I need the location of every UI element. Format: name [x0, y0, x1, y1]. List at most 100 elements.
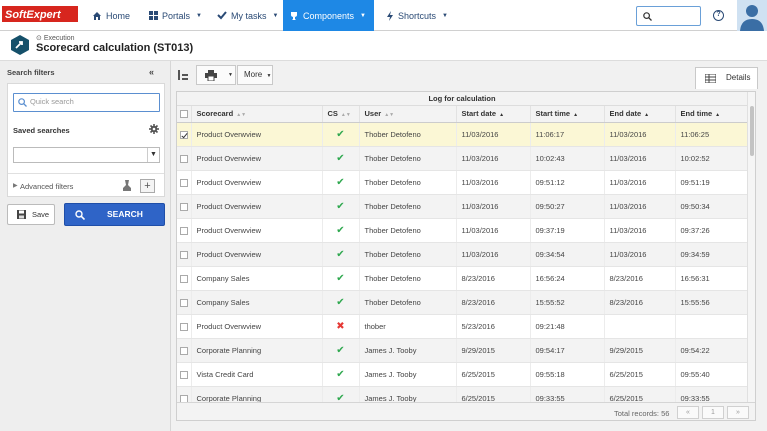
nav-home[interactable]: Home: [86, 0, 136, 31]
cell-end-time: 09:34:59: [675, 242, 748, 267]
pager-page-number[interactable]: 1: [702, 406, 724, 419]
tab-details[interactable]: Details: [695, 67, 758, 89]
table-row[interactable]: Company Sales ✔ Thober Detofeno 8/23/2016 15…: [177, 290, 748, 315]
clear-filter-icon[interactable]: [122, 180, 132, 192]
row-checkbox[interactable]: [180, 202, 188, 211]
row-select-cell[interactable]: [177, 314, 192, 339]
results-table: Scorecard ▲▼ CS ▲▼ User ▲▼ Start date ▲ Star…: [177, 106, 748, 411]
more-button[interactable]: More ▼: [237, 65, 273, 85]
gear-icon[interactable]: [149, 124, 159, 134]
add-filter-button[interactable]: +: [140, 179, 155, 193]
row-checkbox[interactable]: [180, 154, 188, 163]
cell-end-date: 8/23/2016: [604, 266, 676, 291]
cell-start-time: 09:55:18: [530, 362, 605, 387]
search-icon: [18, 98, 27, 107]
user-avatar-icon: [737, 0, 767, 31]
row-checkbox[interactable]: [180, 298, 188, 307]
cell-start-time: 09:54:17: [530, 338, 605, 363]
help-icon[interactable]: ?: [713, 10, 724, 21]
status-ok-icon: ✔: [322, 194, 360, 219]
row-checkbox[interactable]: [180, 274, 188, 283]
column-header-start-date[interactable]: Start date ▲: [456, 106, 531, 123]
table-row[interactable]: Product Overwview ✔ Thober Detofeno 11/03/2…: [177, 218, 748, 243]
page-subtitle: ⊙ Execution: [36, 34, 75, 42]
cell-user: Thober Detofeno: [359, 122, 457, 147]
table-row[interactable]: Product Overwview ✔ Thober Detofeno 11/03/2…: [177, 146, 748, 171]
row-select-cell[interactable]: [177, 146, 192, 171]
row-select-cell[interactable]: [177, 242, 192, 267]
cell-scorecard: Product Overwview: [191, 314, 323, 339]
nav-components[interactable]: Components ▼: [283, 0, 374, 31]
table-row[interactable]: Company Sales ✔ Thober Detofeno 8/23/2016 16…: [177, 266, 748, 291]
nav-my-tasks[interactable]: My tasks ▼: [211, 0, 284, 31]
row-checkbox[interactable]: [180, 226, 188, 235]
row-select-cell[interactable]: [177, 194, 192, 219]
global-search-input[interactable]: [636, 6, 701, 26]
row-checkbox[interactable]: [180, 130, 188, 139]
column-header-end-date[interactable]: End date ▲: [604, 106, 676, 123]
avatar[interactable]: [737, 0, 767, 31]
column-header-scorecard[interactable]: Scorecard ▲▼: [191, 106, 323, 123]
pager-prev-button[interactable]: «: [677, 406, 699, 419]
select-all-cell[interactable]: [177, 106, 192, 123]
cell-end-date: 11/03/2016: [604, 170, 676, 195]
row-select-cell[interactable]: [177, 362, 192, 387]
cell-start-time: 09:50:27: [530, 194, 605, 219]
row-select-cell[interactable]: [177, 290, 192, 315]
table-row[interactable]: Corporate Planning ✔ James J. Tooby 9/29/20…: [177, 338, 748, 363]
row-checkbox[interactable]: [180, 370, 188, 379]
nav-shortcuts[interactable]: Shortcuts ▼: [380, 0, 454, 31]
nav-home-label: Home: [106, 10, 131, 21]
tab-details-label: Details: [726, 73, 751, 82]
save-button[interactable]: Save: [7, 204, 55, 225]
row-select-cell[interactable]: [177, 170, 192, 195]
row-checkbox[interactable]: [180, 346, 188, 355]
column-header-cs[interactable]: CS ▲▼: [322, 106, 360, 123]
collapse-panel-icon[interactable]: «: [149, 67, 154, 77]
column-header-label: End time: [680, 109, 713, 119]
table-row[interactable]: Product Overwview ✔ Thober Detofeno 11/03/2…: [177, 242, 748, 267]
settings-toolbar-button[interactable]: [175, 65, 191, 85]
vertical-scrollbar[interactable]: [747, 92, 755, 402]
cell-end-time: 10:02:52: [675, 146, 748, 171]
cell-end-date: 11/03/2016: [604, 242, 676, 267]
pager-next-button[interactable]: »: [727, 406, 749, 419]
column-header-start-time[interactable]: Start time ▲: [530, 106, 605, 123]
chevron-down-icon: ▼: [196, 12, 202, 19]
table-row[interactable]: Product Overwview ✔ Thober Detofeno 11/03/2…: [177, 194, 748, 219]
search-button[interactable]: SEARCH: [64, 203, 165, 226]
scorecard-icon: [11, 35, 29, 55]
cell-user: Thober Detofeno: [359, 266, 457, 291]
cell-end-date: 11/03/2016: [604, 194, 676, 219]
cell-user: Thober Detofeno: [359, 290, 457, 315]
row-select-cell[interactable]: [177, 122, 192, 147]
nav-portals[interactable]: Portals ▼: [143, 0, 208, 31]
table-row[interactable]: Product Overwview ✔ Thober Detofeno 11/03/2…: [177, 122, 748, 147]
column-header-end-time[interactable]: End time ▲: [675, 106, 748, 123]
row-checkbox[interactable]: [180, 178, 188, 187]
row-select-cell[interactable]: [177, 218, 192, 243]
status-ok-icon: ✔: [322, 146, 360, 171]
cell-user: Thober Detofeno: [359, 170, 457, 195]
scrollbar-thumb[interactable]: [750, 106, 754, 156]
quick-search-input[interactable]: Quick search: [13, 93, 160, 112]
advanced-filters-row[interactable]: ▶ Advanced filters +: [8, 173, 164, 197]
status-ok-icon: ✔: [322, 242, 360, 267]
row-checkbox[interactable]: [180, 322, 188, 331]
column-header-user[interactable]: User ▲▼: [359, 106, 457, 123]
table-row[interactable]: Product Overwview ✔ Thober Detofeno 11/03/2…: [177, 170, 748, 195]
table-row[interactable]: Vista Credit Card ✔ James J. Tooby 6/25/201…: [177, 362, 748, 387]
row-select-cell[interactable]: [177, 338, 192, 363]
softexpert-logo[interactable]: SoftExpert: [2, 6, 78, 22]
row-checkbox[interactable]: [180, 250, 188, 259]
print-button[interactable]: ▼: [196, 65, 236, 85]
saved-searches-select[interactable]: ▼: [13, 147, 160, 163]
table-row[interactable]: Product Overwview ✖ thober 5/23/2016 09:21:4…: [177, 314, 748, 339]
search-icon: [643, 12, 652, 21]
chevron-down-icon: ▼: [360, 12, 366, 19]
cell-start-time: 15:55:52: [530, 290, 605, 315]
nav-portals-label: Portals: [162, 10, 191, 21]
row-select-cell[interactable]: [177, 266, 192, 291]
select-all-checkbox[interactable]: [180, 110, 188, 119]
cell-end-time: 09:54:22: [675, 338, 748, 363]
